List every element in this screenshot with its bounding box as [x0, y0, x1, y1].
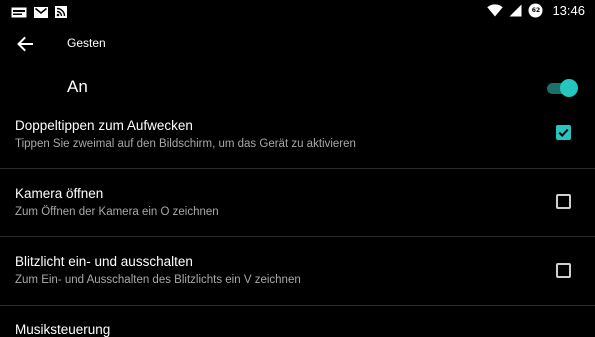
setting-title: Kamera öffnen	[15, 186, 104, 201]
status-bar: 62 13:46	[0, 0, 595, 24]
setting-subtitle: Tippen Sie zweimal auf den Bildschirm, u…	[15, 138, 356, 150]
arrow-back-icon	[17, 36, 33, 52]
setting-subtitle: Zum Ein- und Ausschalten des Blitzlichts…	[15, 274, 301, 286]
notification-news-icon	[11, 7, 27, 17]
battery-icon: 62	[528, 3, 543, 18]
back-button[interactable]	[14, 33, 36, 55]
setting-title: Blitzlicht ein- und ausschalten	[15, 254, 193, 269]
checkmark-icon	[558, 128, 569, 138]
app-bar: Gesten	[0, 24, 595, 64]
setting-title: Doppeltippen zum Aufwecken	[15, 118, 193, 133]
master-switch-label: An	[67, 77, 88, 96]
setting-row-music-control[interactable]: Musiksteuerung	[0, 306, 595, 337]
setting-subtitle: Zum Öffnen der Kamera ein O zeichnen	[15, 206, 219, 218]
battery-level: 62	[531, 6, 541, 14]
master-toggle-switch[interactable]	[544, 79, 578, 97]
cell-signal-icon	[509, 4, 522, 17]
page-title: Gesten	[67, 36, 106, 50]
status-bar-system: 62 13:46	[487, 3, 585, 18]
setting-row-flashlight[interactable]: Blitzlicht ein- und ausschalten Zum Ein-…	[0, 237, 595, 305]
mail-icon	[34, 6, 48, 18]
status-bar-notifications	[11, 6, 67, 18]
rss-icon	[55, 6, 67, 18]
checkbox-open-camera[interactable]	[556, 194, 571, 209]
checkbox-double-tap-wake[interactable]	[556, 125, 571, 140]
toggle-thumb	[560, 79, 578, 97]
checkbox-flashlight[interactable]	[556, 263, 571, 278]
wifi-icon	[487, 4, 504, 17]
setting-row-open-camera[interactable]: Kamera öffnen Zum Öffnen der Kamera ein …	[0, 169, 595, 237]
master-switch-row[interactable]: An	[0, 64, 595, 110]
status-bar-time: 13:46	[552, 3, 585, 18]
